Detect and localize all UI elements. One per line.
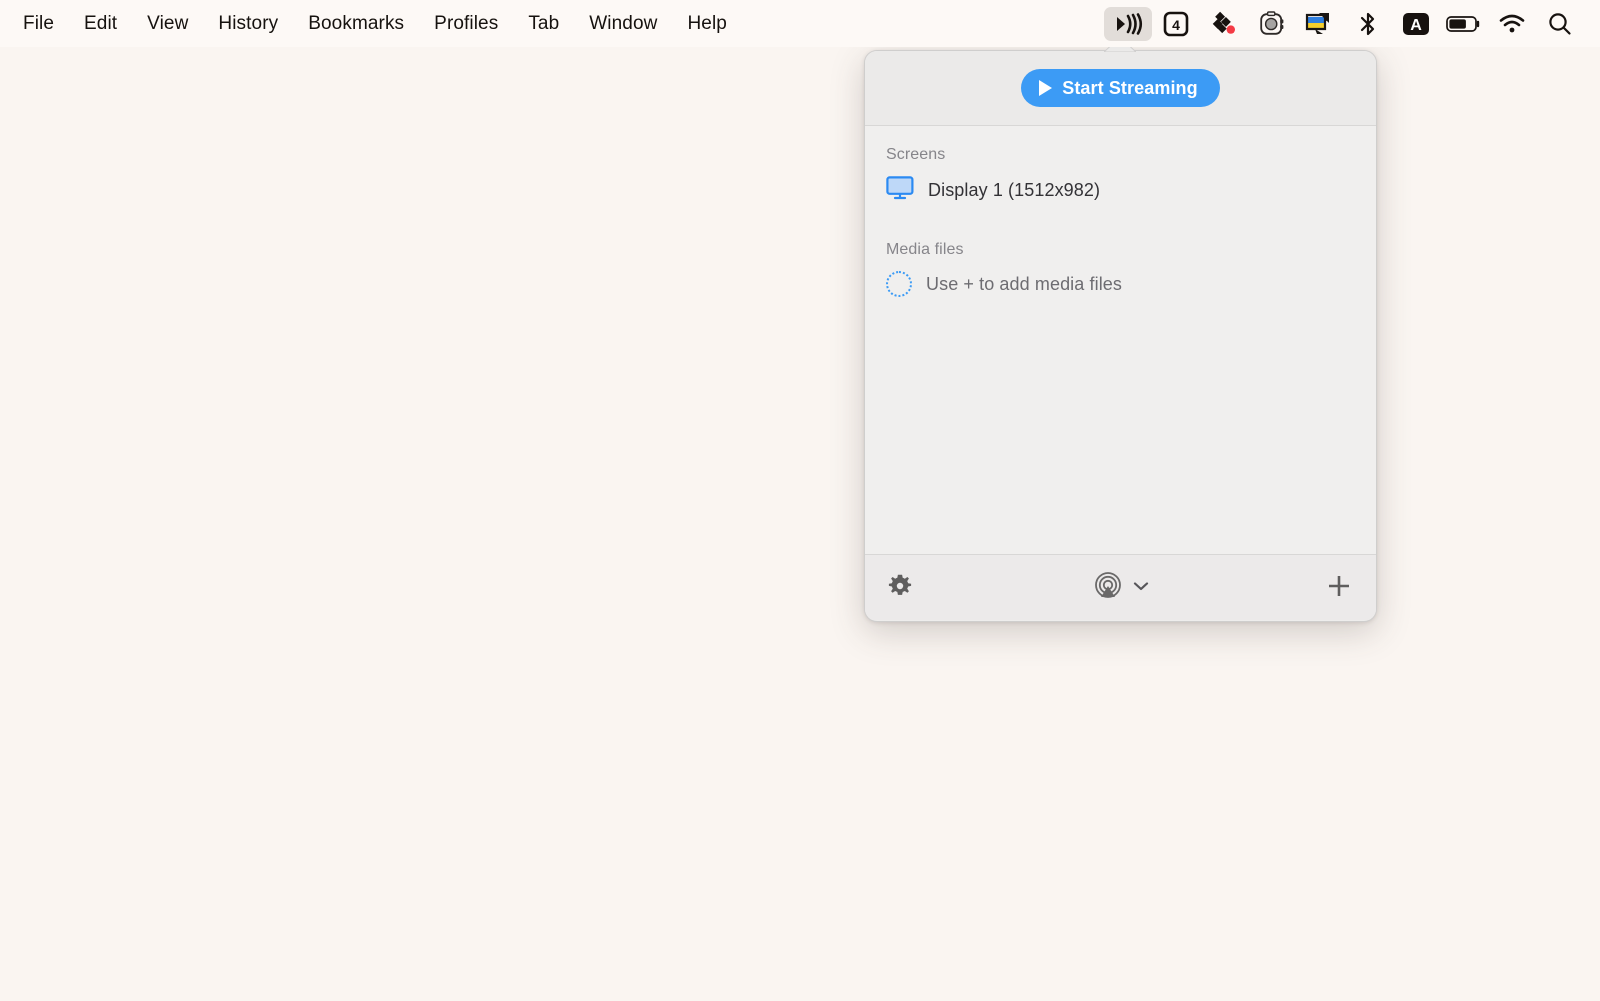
add-media-button[interactable] (1324, 571, 1354, 604)
bluetooth-icon[interactable] (1344, 7, 1392, 41)
gear-icon (887, 573, 913, 602)
screen-list-item[interactable]: Display 1 (1512x982) (865, 164, 1376, 205)
input-source-letter: A (1410, 17, 1422, 34)
section-title-screens: Screens (886, 146, 946, 163)
dashed-circle-placeholder-icon (886, 271, 912, 297)
airplay-broadcast-icon (1092, 570, 1124, 605)
spotlight-search-icon[interactable] (1536, 7, 1584, 41)
streaming-broadcast-icon[interactable] (1104, 6, 1152, 41)
media-files-empty-row[interactable]: Use + to add media files (865, 259, 1376, 297)
airplay-button[interactable] (1092, 570, 1124, 605)
plus-icon (1324, 571, 1354, 604)
input-source-a-icon[interactable]: A (1392, 7, 1440, 41)
airplay-dropdown-button[interactable] (1132, 579, 1150, 596)
menu-edit[interactable]: Edit (69, 11, 132, 36)
numbered-badge-4-icon[interactable]: 4 (1152, 7, 1200, 41)
menu-help[interactable]: Help (672, 11, 741, 36)
start-streaming-label: Start Streaming (1062, 77, 1198, 98)
menu-window[interactable]: Window (574, 11, 672, 36)
menu-bar: File Edit View History Bookmarks Profile… (0, 0, 1600, 47)
display-ukraine-flag-icon[interactable] (1296, 7, 1344, 41)
menu-bar-status-items: 4 A (1104, 0, 1584, 47)
menu-profiles[interactable]: Profiles (419, 11, 513, 36)
menu-history[interactable]: History (203, 11, 293, 36)
menu-tab[interactable]: Tab (513, 11, 574, 36)
media-files-empty-label: Use + to add media files (926, 273, 1123, 294)
popover-footer-toolbar (865, 554, 1376, 620)
battery-icon[interactable] (1440, 7, 1488, 41)
menu-file[interactable]: File (8, 11, 69, 36)
popover-body: Screens Display 1 (1512x982) Media files… (865, 126, 1376, 554)
chevron-down-icon (1132, 579, 1150, 596)
settings-button[interactable] (887, 573, 913, 602)
camera-recorder-icon[interactable] (1248, 7, 1296, 41)
monitor-icon (886, 176, 914, 205)
streaming-popover-panel: Start Streaming Screens Display 1 (1512x… (864, 50, 1377, 622)
menu-bar-app-menus: File Edit View History Bookmarks Profile… (0, 0, 742, 47)
section-title-media-files: Media files (886, 241, 964, 258)
popover-header: Start Streaming (865, 51, 1376, 126)
play-icon (1039, 80, 1053, 96)
screen-list-item-label: Display 1 (1512x982) (928, 180, 1101, 200)
dropbox-icon[interactable] (1200, 7, 1248, 41)
wifi-icon[interactable] (1488, 7, 1536, 41)
menu-bookmarks[interactable]: Bookmarks (293, 11, 419, 36)
start-streaming-button[interactable]: Start Streaming (1021, 69, 1220, 107)
menu-view[interactable]: View (132, 11, 203, 36)
badge-number: 4 (1172, 17, 1180, 33)
popover-footer-center-group (865, 570, 1376, 605)
